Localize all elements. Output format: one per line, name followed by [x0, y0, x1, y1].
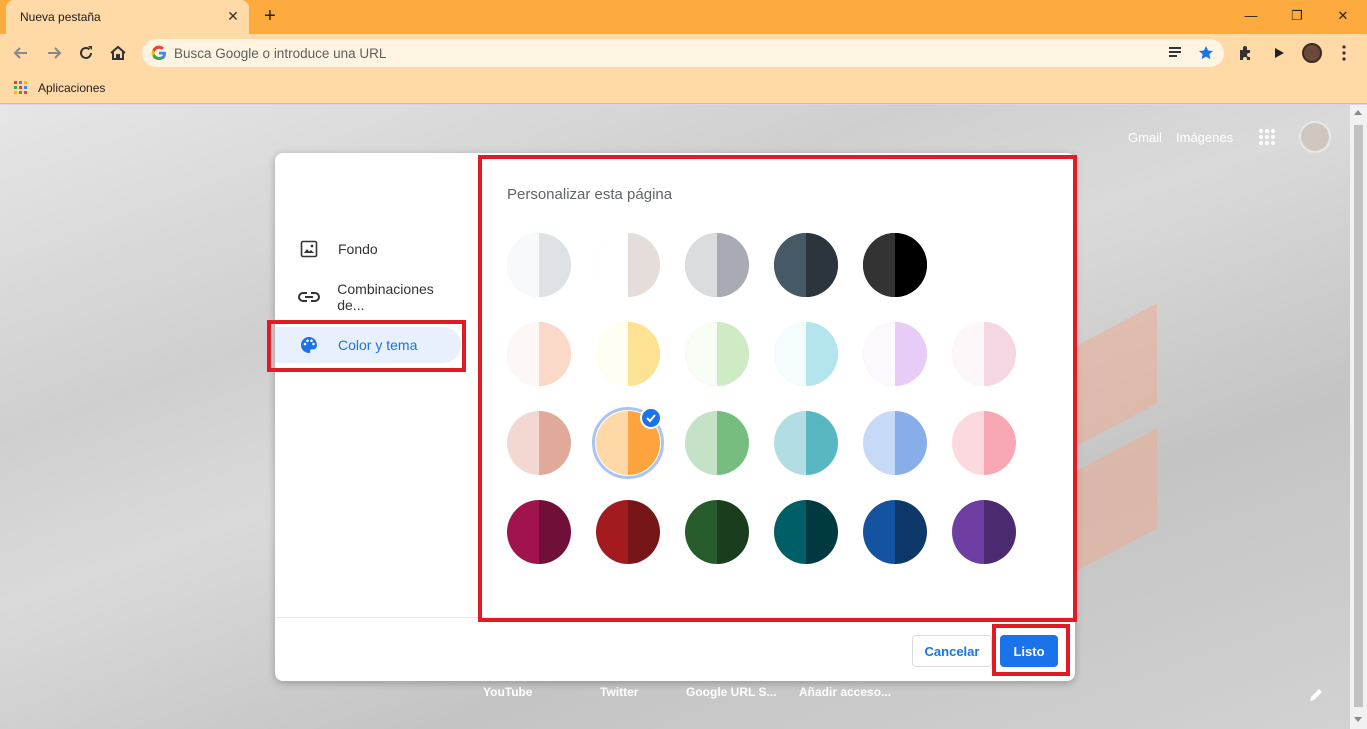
- nav-background-label: Fondo: [338, 241, 378, 257]
- color-swatch[interactable]: [863, 233, 927, 297]
- tab-strip: Nueva pestaña ✕ + — ❐ ✕: [0, 0, 1367, 34]
- address-bar[interactable]: Busca Google o introduce una URL: [142, 39, 1224, 67]
- media-play-icon[interactable]: [1268, 42, 1290, 64]
- account-avatar[interactable]: [1299, 121, 1331, 153]
- color-swatch[interactable]: [507, 233, 571, 297]
- image-icon: [297, 237, 321, 261]
- color-swatch[interactable]: [863, 322, 927, 386]
- bookmark-apps[interactable]: Aplicaciones: [14, 80, 105, 96]
- background-stripe: [1075, 428, 1157, 572]
- scroll-down-icon[interactable]: [1354, 717, 1362, 722]
- color-swatch[interactable]: [596, 233, 660, 297]
- bookmark-star-icon[interactable]: [1195, 42, 1217, 64]
- color-swatch[interactable]: [863, 411, 927, 475]
- palette-icon: [297, 333, 321, 357]
- google-apps-icon[interactable]: [1258, 128, 1276, 146]
- link-icon: [297, 285, 320, 309]
- color-swatch[interactable]: [863, 500, 927, 564]
- color-swatch[interactable]: [596, 322, 660, 386]
- color-swatch[interactable]: [507, 322, 571, 386]
- nav-shortcuts-label: Combinaciones de...: [337, 281, 434, 313]
- nav-shortcuts[interactable]: Combinaciones de...: [275, 279, 461, 315]
- bookmark-apps-label: Aplicaciones: [38, 81, 106, 95]
- gmail-link[interactable]: Gmail: [1128, 130, 1162, 145]
- dialog-sidebar: Fondo Combinaciones de... Color y tema: [275, 153, 475, 617]
- extensions-icon[interactable]: [1235, 42, 1257, 64]
- apps-grid-icon: [14, 81, 27, 94]
- bookmarks-bar: Aplicaciones: [0, 72, 1367, 104]
- color-swatch[interactable]: [596, 500, 660, 564]
- toolbar: Busca Google o introduce una URL: [0, 34, 1367, 72]
- color-swatch[interactable]: [507, 411, 571, 475]
- reading-list-icon[interactable]: [1164, 42, 1186, 64]
- shortcut-add[interactable]: Añadir acceso...: [799, 685, 891, 699]
- customize-dialog: Fondo Combinaciones de... Color y tema P…: [275, 153, 1075, 681]
- footer-divider: [275, 617, 1075, 618]
- menu-kebab-icon[interactable]: [1333, 42, 1355, 64]
- color-swatch[interactable]: [952, 411, 1016, 475]
- home-icon[interactable]: [107, 42, 129, 64]
- color-swatch[interactable]: [507, 500, 571, 564]
- reload-icon[interactable]: [75, 42, 97, 64]
- tab-close-icon[interactable]: ✕: [225, 8, 241, 24]
- shortcut-twitter[interactable]: Twitter: [600, 685, 638, 699]
- nav-background[interactable]: Fondo: [275, 231, 461, 267]
- color-swatch[interactable]: [774, 411, 838, 475]
- scrollbar[interactable]: [1350, 105, 1367, 729]
- back-icon[interactable]: [10, 42, 32, 64]
- shortcut-youtube[interactable]: YouTube: [483, 685, 533, 699]
- color-swatch[interactable]: [685, 500, 749, 564]
- color-swatch[interactable]: [774, 500, 838, 564]
- done-button[interactable]: Listo: [1000, 635, 1058, 667]
- nav-color-theme-label: Color y tema: [338, 337, 418, 353]
- color-swatch[interactable]: [952, 322, 1016, 386]
- check-icon: [640, 407, 662, 429]
- forward-icon[interactable]: [43, 42, 65, 64]
- profile-avatar[interactable]: [1301, 42, 1323, 64]
- color-swatch[interactable]: [685, 233, 749, 297]
- images-link[interactable]: Imágenes: [1176, 130, 1233, 145]
- cancel-button[interactable]: Cancelar: [912, 635, 992, 667]
- close-window-icon[interactable]: ✕: [1320, 4, 1366, 28]
- tab[interactable]: Nueva pestaña ✕: [6, 0, 249, 34]
- scroll-thumb[interactable]: [1354, 125, 1363, 707]
- minimize-icon[interactable]: —: [1228, 4, 1274, 28]
- background-stripe: [1075, 303, 1157, 447]
- address-placeholder: Busca Google o introduce una URL: [174, 46, 387, 61]
- color-swatch[interactable]: [774, 322, 838, 386]
- nav-color-theme[interactable]: Color y tema: [275, 327, 461, 363]
- shortcut-google-url[interactable]: Google URL S...: [686, 685, 776, 699]
- tab-title: Nueva pestaña: [20, 10, 101, 24]
- google-g-icon: [151, 45, 166, 61]
- new-tab-button[interactable]: +: [259, 5, 281, 27]
- color-swatch[interactable]: [685, 411, 749, 475]
- color-swatch[interactable]: [952, 500, 1016, 564]
- customize-pencil-icon[interactable]: [1308, 687, 1324, 703]
- dialog-title: Personalizar esta página: [507, 186, 673, 203]
- color-swatch[interactable]: [774, 233, 838, 297]
- restore-icon[interactable]: ❐: [1274, 4, 1320, 28]
- scroll-up-icon[interactable]: [1354, 110, 1362, 115]
- color-swatch[interactable]: [685, 322, 749, 386]
